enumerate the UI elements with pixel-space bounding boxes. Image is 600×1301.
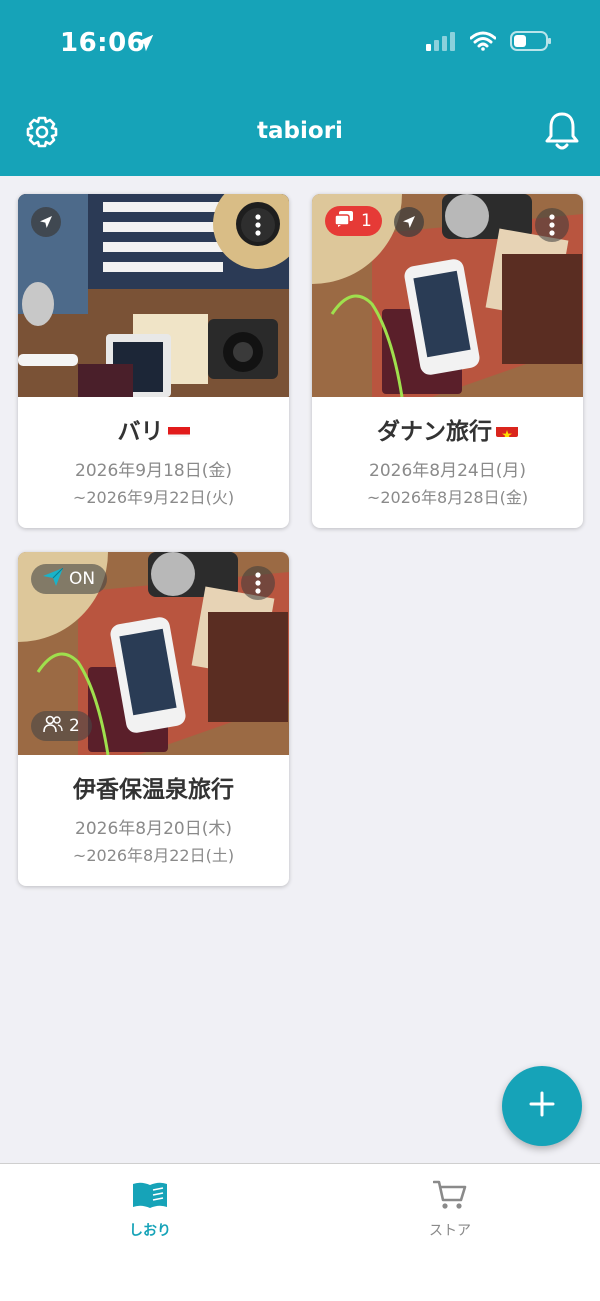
add-trip-button[interactable] [502,1066,582,1146]
trip-date-start: 2026年9月18日(金) [75,461,232,481]
members-pill: 2 [31,711,92,741]
cart-icon [432,1180,467,1214]
notification-bell-icon[interactable] [542,110,582,152]
chat-bubble-icon [334,210,353,232]
trip-card-ikaho[interactable]: ON 2 伊香保温泉旅行 2026年8月20日(木) ~2026年8月22日(土… [18,552,289,886]
status-label: ON [69,569,96,589]
location-arrow-icon [134,32,156,58]
signal-icon [426,31,456,55]
trip-title: ダナン旅行 [312,412,583,446]
chat-badge[interactable]: 1 [325,206,382,236]
tab-store-label: ストア [429,1223,471,1239]
book-icon [131,1180,169,1214]
tab-shiori-label: しおり [129,1223,171,1239]
people-icon [43,715,63,738]
trip-date-end: ~2026年8月28日(金) [366,488,529,507]
trip-title: バリ [18,412,289,446]
chat-count: 1 [361,211,372,231]
status-indicators [426,30,552,56]
app-header: tabiori [0,90,600,176]
tab-shiori[interactable]: しおり [90,1180,210,1240]
paper-plane-icon [43,567,64,591]
trip-date-start: 2026年8月20日(木) [75,819,232,839]
plus-icon [529,1091,555,1121]
app-title: tabiori [257,118,343,144]
more-options-icon[interactable] [535,208,569,242]
battery-icon [510,30,552,56]
trip-date-end: ~2026年8月22日(土) [72,846,235,865]
vietnam-flag-icon [496,422,518,437]
status-pill[interactable]: ON [31,564,108,594]
trip-title-text: 伊香保温泉旅行 [73,777,234,803]
trip-card-danang[interactable]: 1 ダナン旅行 2026年8月24日(月) ~2026年8月28日(金) [312,194,583,528]
trip-title: 伊香保温泉旅行 [18,770,289,804]
trip-date-end: ~2026年9月22日(火) [72,488,235,507]
indonesia-flag-icon [167,422,190,437]
more-options-icon[interactable] [241,566,275,600]
tab-store[interactable]: ストア [390,1180,510,1240]
wifi-icon [469,31,497,55]
location-badge [31,207,61,237]
trip-title-text: ダナン旅行 [377,419,492,445]
status-bar: 16:06 [0,0,600,90]
status-time: 16:06 [60,28,146,58]
bottom-tab-bar: しおり ストア [0,1163,600,1301]
more-options-icon[interactable] [241,208,275,242]
trip-date-start: 2026年8月24日(月) [369,461,526,481]
trip-card-bali[interactable]: バリ 2026年9月18日(金) ~2026年9月22日(火) [18,194,289,528]
trip-title-text: バリ [117,419,164,445]
member-count: 2 [69,716,80,736]
location-badge [394,207,424,237]
